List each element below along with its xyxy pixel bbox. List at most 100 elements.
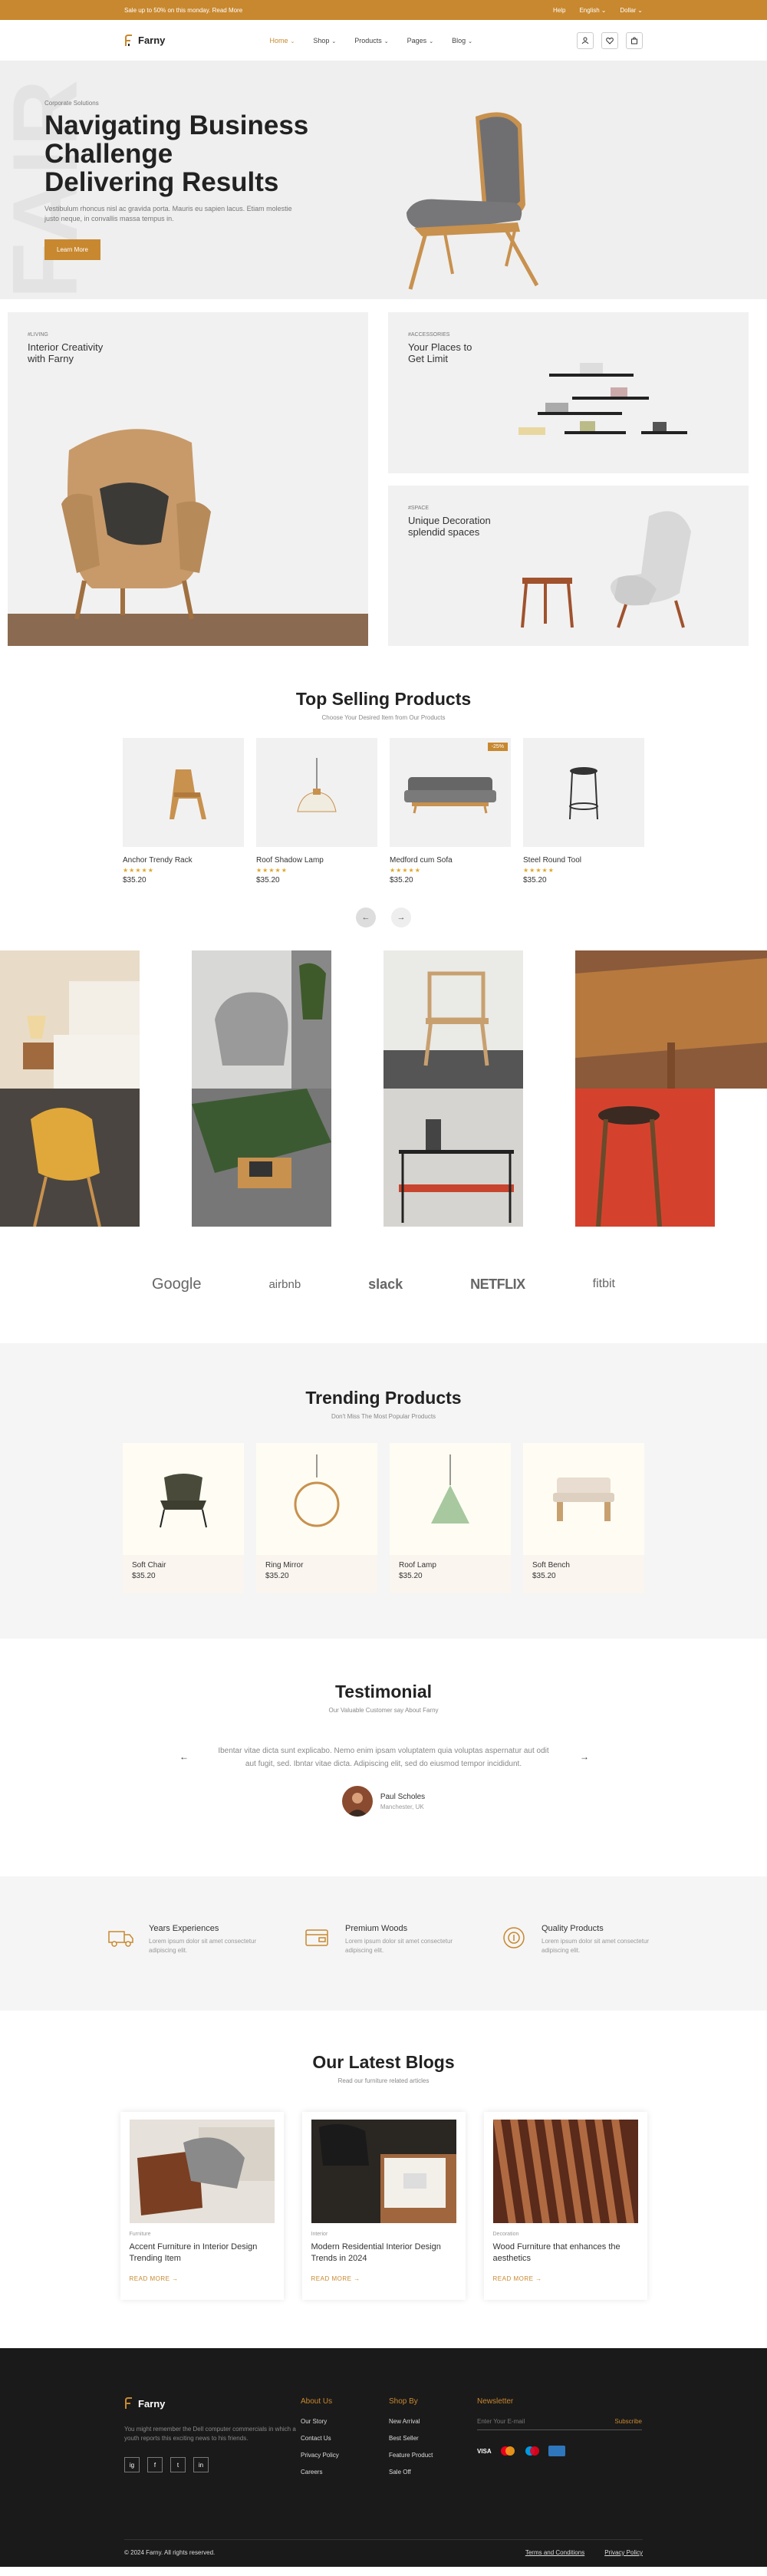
facebook-icon[interactable]: f [147, 2457, 163, 2472]
nav-pages[interactable]: Pages ⌄ [407, 37, 433, 44]
product-card[interactable]: Anchor Trendy Rack ★★★★★ $35.20 [123, 738, 244, 884]
twitter-icon[interactable]: t [170, 2457, 186, 2472]
wallet-icon [305, 1929, 328, 1946]
ring-mirror-icon [294, 1454, 340, 1527]
newsletter-heading: Newsletter [477, 2397, 514, 2406]
google-logo: Google [152, 1275, 202, 1293]
top-selling-subtitle: Choose Your Desired Item from Our Produc… [321, 714, 446, 721]
footer-link[interactable]: Privacy Policy [301, 2452, 389, 2459]
footer-link[interactable]: Our Story [301, 2418, 389, 2425]
shop-heading: Shop By [389, 2397, 418, 2406]
footer-link[interactable]: Careers [301, 2469, 389, 2476]
armchair-stool-image [521, 511, 691, 628]
gallery-green-sofa-image[interactable] [192, 1089, 331, 1227]
wishlist-button[interactable] [601, 31, 618, 49]
instagram-icon[interactable]: ig [124, 2457, 140, 2472]
soft-chair-icon [160, 1474, 207, 1528]
chevron-down-icon: ⌄ [601, 6, 607, 14]
product-image [523, 738, 644, 847]
language-select[interactable]: English ⌄ [579, 7, 606, 14]
blog-card[interactable]: Interior Modern Residential Interior Des… [301, 2112, 466, 2300]
amex-icon [548, 2446, 565, 2456]
email-input[interactable]: Enter Your E-mail [477, 2418, 525, 2425]
gallery-wood-table-image[interactable] [575, 950, 767, 1089]
photo-gallery [0, 950, 767, 1227]
blogs-section: Our Latest Blogs Read our furniture rela… [0, 2011, 767, 2348]
footer-link[interactable]: Feature Product [389, 2452, 477, 2459]
blog-card[interactable]: Furniture Accent Furniture in Interior D… [120, 2112, 284, 2300]
discount-badge: -25% [487, 743, 508, 751]
arrow-right-icon: → [397, 913, 406, 922]
currency-select[interactable]: Dollar ⌄ [620, 7, 643, 14]
learn-more-button[interactable]: Learn More [44, 239, 100, 260]
brand-logos: Google airbnb slack NETFLIX fitbit [0, 1273, 767, 1296]
subscribe-button[interactable]: Subscribe [614, 2418, 642, 2425]
testimonial-title: Testimonial [334, 1682, 433, 1701]
blogs-title: Our Latest Blogs [312, 2052, 455, 2072]
trending-card[interactable]: Soft Bench $35.20 [523, 1443, 644, 1593]
footer-link[interactable]: Sale Off [389, 2469, 477, 2476]
read-more-link[interactable]: READ MORE → [130, 2275, 275, 2282]
top-bar: Sale up to 50% on this monday. Read More… [0, 0, 767, 20]
rating-stars: ★★★★★ [523, 867, 555, 874]
payment-methods: VISA [477, 2446, 642, 2456]
arrow-left-icon[interactable]: ← [179, 1751, 189, 1762]
gallery-bedroom-image[interactable] [0, 950, 140, 1089]
chevron-down-icon: ⌄ [384, 38, 389, 44]
trending-card[interactable]: Roof Lamp $35.20 [390, 1443, 511, 1593]
logo[interactable]: Farny [124, 34, 166, 47]
logo-icon [124, 2397, 133, 2410]
about-heading: About Us [301, 2397, 333, 2406]
promo-text[interactable]: Sale up to 50% on this monday. Read More [124, 7, 242, 14]
category-banners: #LIVING Interior Creativity with Farny #A… [0, 312, 767, 646]
terms-link[interactable]: Terms and Conditions [525, 2549, 584, 2556]
trending-card[interactable]: Soft Chair $35.20 [123, 1443, 244, 1593]
hero-banner: FAIR Corporate Solutions Navigating Busi… [0, 61, 767, 299]
blog-card[interactable]: Decoration Wood Furniture that enhances … [483, 2112, 647, 2300]
read-more-link[interactable]: READ MORE → [493, 2275, 638, 2282]
footer-link[interactable]: New Arrival [389, 2418, 477, 2425]
product-card[interactable]: Roof Shadow Lamp ★★★★★ $35.20 [256, 738, 377, 884]
brand-name: Farny [138, 35, 166, 46]
help-link[interactable]: Help [553, 7, 565, 14]
nav-products[interactable]: Products ⌄ [354, 37, 388, 44]
gallery-wood-chair-image[interactable] [384, 950, 523, 1089]
product-image [523, 1443, 644, 1550]
chevron-down-icon: ⌄ [429, 38, 434, 44]
next-arrow-button[interactable]: → [391, 908, 411, 927]
user-button[interactable] [577, 31, 594, 49]
chevron-down-icon: ⌄ [637, 6, 643, 14]
nav-shop[interactable]: Shop ⌄ [313, 37, 336, 44]
feature-item: Years Experiences Lorem ipsum dolor sit a… [107, 1924, 267, 2011]
arrow-right-icon[interactable]: → [580, 1751, 589, 1762]
product-card[interactable]: -25% Medford cum Sofa ★★★★★ $35.20 [390, 738, 511, 884]
top-selling-title: Top Selling Products [295, 689, 472, 709]
nav-home[interactable]: Home ⌄ [269, 37, 295, 44]
avatar [341, 1786, 373, 1817]
gallery-console-table-image[interactable] [384, 1089, 523, 1227]
product-image [123, 738, 244, 847]
trending-section: Trending Products Don't Miss The Most Po… [0, 1343, 767, 1639]
visa-icon: VISA [477, 2447, 492, 2455]
soft-bench-icon [553, 1477, 614, 1521]
hero-text: Vestibulum rhoncus nisl ac gravida porta… [44, 205, 292, 222]
read-more-link[interactable]: READ MORE → [311, 2275, 456, 2282]
privacy-link[interactable]: Privacy Policy [604, 2549, 643, 2556]
footer-link[interactable]: Contact Us [301, 2435, 389, 2442]
prev-arrow-button[interactable]: ← [356, 908, 376, 927]
cart-button[interactable] [626, 31, 643, 49]
gallery-grey-armchair-image[interactable] [192, 950, 331, 1089]
footer-logo[interactable]: Farny [124, 2397, 301, 2410]
linkedin-icon[interactable]: in [193, 2457, 209, 2472]
category-accessories[interactable]: #ACCESSORIES Your Places to Get Limit [388, 312, 749, 473]
footer-link[interactable]: Best Seller [389, 2435, 477, 2442]
gallery-red-stool-image[interactable] [575, 1089, 715, 1227]
trending-card[interactable]: Ring Mirror $35.20 [256, 1443, 377, 1593]
nav-blog[interactable]: Blog ⌄ [452, 37, 472, 44]
sofa-icon [404, 777, 496, 814]
gallery-yellow-chair-image[interactable] [0, 1089, 140, 1227]
reviewer-location: Manchester, UK [380, 1803, 424, 1810]
category-space[interactable]: #SPACE Unique Decoration splendid spaces [388, 486, 749, 646]
product-card[interactable]: Steel Round Tool ★★★★★ $35.20 [523, 738, 644, 884]
category-living[interactable]: #LIVING Interior Creativity with Farny [8, 312, 368, 646]
